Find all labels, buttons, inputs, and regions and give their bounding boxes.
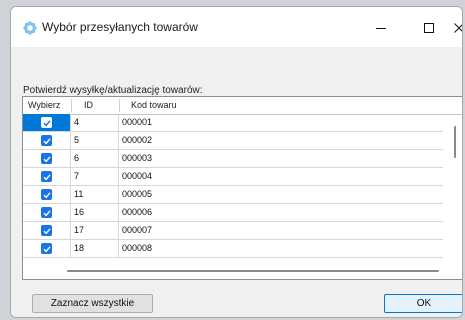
- ok-button[interactable]: OK: [384, 294, 462, 313]
- check-icon: [43, 137, 51, 144]
- vertical-scroll-thumb[interactable]: [454, 126, 456, 158]
- close-icon: [454, 23, 462, 33]
- kod-cell: 000002: [122, 135, 153, 145]
- window-title: Wybór przesyłanych towarów: [42, 20, 198, 34]
- kod-cell: 000003: [122, 153, 153, 163]
- table-row[interactable]: 17 000007: [23, 222, 443, 240]
- kod-cell: 000008: [122, 243, 153, 253]
- checkbox-checked[interactable]: [41, 189, 52, 200]
- app-icon: [23, 21, 37, 35]
- select-cell[interactable]: [23, 150, 71, 167]
- select-all-button[interactable]: Zaznacz wszystkie: [32, 294, 153, 313]
- header-divider: [119, 99, 120, 112]
- header-divider: [71, 99, 72, 112]
- close-button[interactable]: [441, 15, 462, 41]
- kod-cell: 000007: [122, 225, 153, 235]
- id-cell: 16: [71, 204, 119, 221]
- grid-header: Wybierz ID Kod towaru: [23, 97, 462, 115]
- check-icon: [43, 245, 51, 252]
- minimize-icon: [376, 28, 386, 29]
- minimize-button[interactable]: [363, 15, 399, 41]
- checkbox-checked[interactable]: [41, 243, 52, 254]
- checkbox-checked[interactable]: [41, 207, 52, 218]
- checkbox-checked[interactable]: [41, 225, 52, 236]
- vertical-scrollbar[interactable]: [451, 114, 459, 264]
- check-icon: [43, 191, 51, 198]
- table-row[interactable]: 11 000005: [23, 186, 443, 204]
- checkbox-checked[interactable]: [41, 153, 52, 164]
- check-icon: [43, 173, 51, 180]
- id-cell: 6: [71, 150, 119, 167]
- kod-cell: 000005: [122, 189, 153, 199]
- select-cell[interactable]: [23, 168, 71, 185]
- checkbox-checked[interactable]: [41, 171, 52, 182]
- id-cell: 17: [71, 222, 119, 239]
- id-cell: 4: [71, 114, 119, 131]
- table-row[interactable]: 18 000008: [23, 240, 443, 258]
- check-icon: [43, 119, 51, 126]
- table-row[interactable]: 4 000001: [23, 114, 443, 132]
- header-select[interactable]: Wybierz: [28, 97, 60, 114]
- checkbox-checked[interactable]: [41, 117, 52, 128]
- horizontal-scroll-thumb[interactable]: [67, 270, 439, 272]
- table-row[interactable]: 7 000004: [23, 168, 443, 186]
- dialog-window: Wybór przesyłanych towarów Potwierdź wys…: [10, 6, 463, 318]
- kod-cell: 000001: [122, 117, 153, 127]
- select-cell[interactable]: [23, 186, 71, 203]
- header-kod[interactable]: Kod towaru: [131, 97, 177, 114]
- kod-cell: 000004: [122, 171, 153, 181]
- table-row[interactable]: 16 000006: [23, 204, 443, 222]
- select-cell[interactable]: [23, 240, 71, 257]
- id-cell: 7: [71, 168, 119, 185]
- dialog-body: Potwierdź wysyłkę/aktualizację towarów: …: [11, 47, 462, 317]
- id-cell: 11: [71, 186, 119, 203]
- items-grid[interactable]: Wybierz ID Kod towaru 4 000001 5 000002 …: [22, 96, 462, 280]
- select-cell[interactable]: [23, 132, 71, 149]
- check-icon: [43, 209, 51, 216]
- maximize-icon: [424, 23, 434, 33]
- check-icon: [43, 227, 51, 234]
- check-icon: [43, 155, 51, 162]
- title-bar[interactable]: Wybór przesyłanych towarów: [11, 7, 462, 47]
- checkbox-checked[interactable]: [41, 135, 52, 146]
- select-cell[interactable]: [23, 114, 71, 131]
- id-cell: 18: [71, 240, 119, 257]
- kod-cell: 000006: [122, 207, 153, 217]
- table-row[interactable]: 6 000003: [23, 150, 443, 168]
- prompt-label: Potwierdź wysyłkę/aktualizację towarów:: [23, 85, 203, 96]
- select-cell[interactable]: [23, 204, 71, 221]
- select-cell[interactable]: [23, 222, 71, 239]
- header-id[interactable]: ID: [84, 97, 93, 114]
- table-row[interactable]: 5 000002: [23, 132, 443, 150]
- id-cell: 5: [71, 132, 119, 149]
- horizontal-scrollbar[interactable]: [23, 265, 453, 277]
